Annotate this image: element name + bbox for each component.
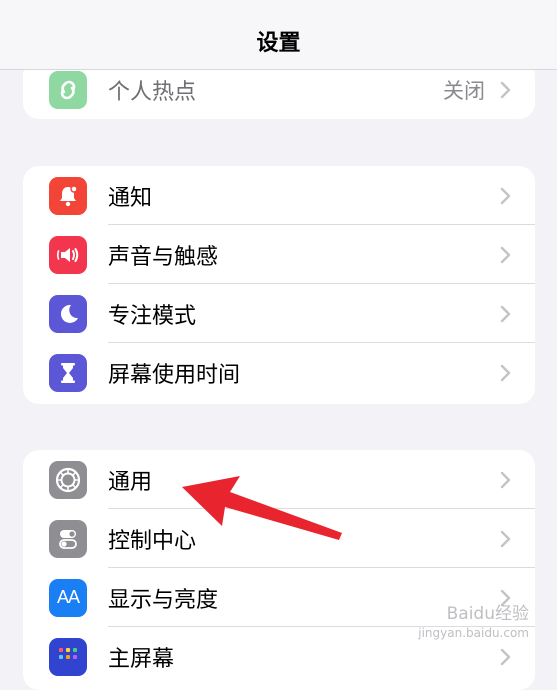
settings-row-label: 屏幕使用时间 <box>108 362 241 388</box>
settings-row-control-center[interactable]: 控制中心 <box>23 509 535 568</box>
settings-row-notifications[interactable]: 通知 <box>23 166 535 225</box>
chevron-right-icon <box>500 246 511 263</box>
text-size-icon-glyph: AA <box>56 587 80 607</box>
page-title: 设置 <box>256 30 301 56</box>
settings-row-label: 个人热点 <box>108 79 197 105</box>
settings-row-sounds-haptics[interactable]: 声音与触感 <box>23 225 535 284</box>
settings-row-label: 声音与触感 <box>108 244 219 270</box>
speaker-icon <box>49 235 87 274</box>
watermark-brand: Baidu经验 <box>446 604 529 624</box>
watermark: Baidu经验 jingyan.baidu.com <box>418 605 529 643</box>
chevron-right-icon <box>500 81 511 98</box>
text-size-icon: AA <box>49 578 87 617</box>
chevron-right-icon <box>500 530 511 547</box>
hourglass-icon <box>49 353 87 392</box>
chevron-right-icon <box>500 187 511 204</box>
settings-row-focus[interactable]: 专注模式 <box>23 284 535 343</box>
settings-row-label: 通用 <box>108 469 153 495</box>
chevron-right-icon <box>500 364 511 381</box>
settings-row-screen-time[interactable]: 屏幕使用时间 <box>23 343 535 402</box>
settings-group-notifications: 通知 声音与触感 专注模式 屏幕使用时间 <box>23 166 535 404</box>
settings-group-general: 通用 控制中心 AA 显示与亮度 主屏幕 <box>23 450 535 690</box>
hotspot-icon <box>49 71 87 109</box>
navigation-bar: 设置 <box>0 0 557 70</box>
settings-row-label: 显示与亮度 <box>108 587 219 613</box>
settings-row-label: 控制中心 <box>108 528 197 554</box>
bell-icon <box>49 176 87 215</box>
chevron-right-icon <box>500 305 511 322</box>
watermark-url: jingyan.baidu.com <box>418 626 529 640</box>
settings-row-label: 通知 <box>108 185 153 211</box>
moon-icon <box>49 294 87 333</box>
chevron-right-icon <box>500 471 511 488</box>
toggles-icon <box>49 519 87 558</box>
settings-row-general[interactable]: 通用 <box>23 450 535 509</box>
settings-row-label: 专注模式 <box>108 303 197 329</box>
hotspot-status-value: 关闭 <box>443 78 485 103</box>
gear-icon <box>49 460 87 499</box>
